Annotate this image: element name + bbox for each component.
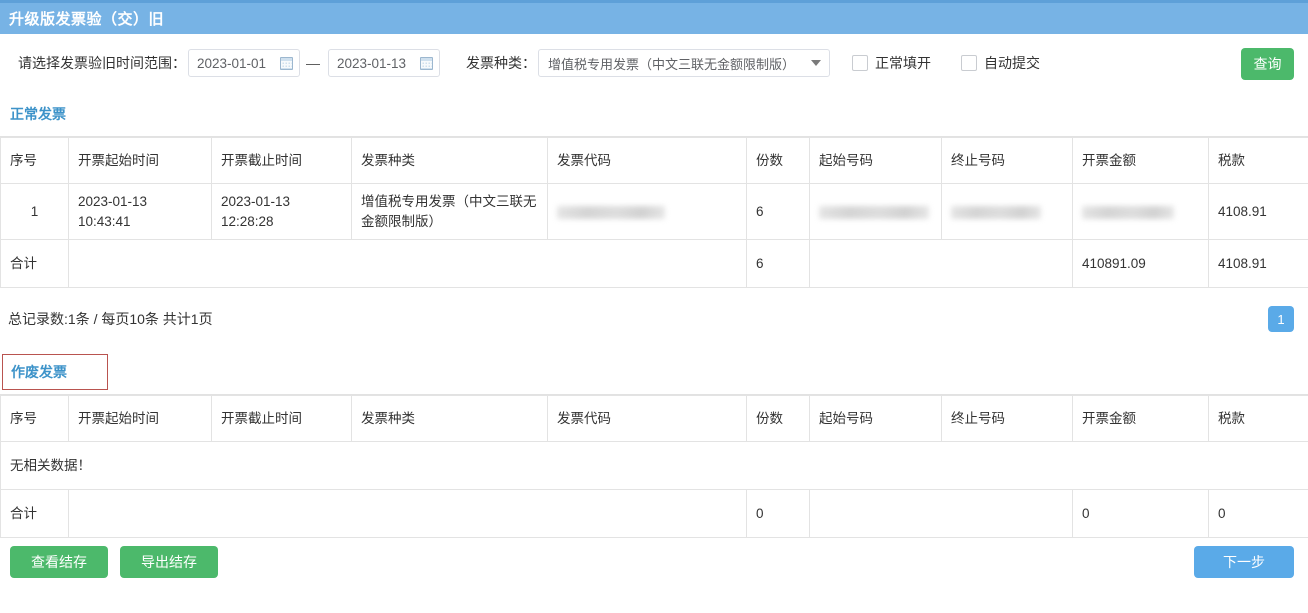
summary-label: 合计: [0, 239, 69, 289]
redacted-value: [819, 205, 929, 219]
date-range-label: 请选择发票验旧时间范围：: [18, 55, 186, 71]
export-balance-button[interactable]: 导出结存: [120, 546, 218, 579]
col-header-tax: 税款: [1208, 395, 1308, 443]
col-header-amount: 开票金额: [1072, 137, 1209, 184]
footer-left-buttons: 查看结存 导出结存: [10, 546, 218, 579]
auto-submit-checkbox-group[interactable]: 自动提交: [961, 53, 1040, 73]
redacted-value: [1082, 205, 1174, 219]
cell-invoice-code: [547, 182, 747, 241]
empty-state-text: 无相关数据！: [0, 441, 1308, 491]
col-header-start-no: 起始号码: [809, 395, 942, 443]
footer-action-bar: 查看结存 导出结存 下一步: [0, 538, 1308, 586]
cell-start-time: 2023-01-13 10:43:41: [68, 182, 212, 241]
col-header-end-no: 终止号码: [941, 137, 1073, 184]
cell-amount: [1072, 182, 1209, 241]
col-header-end-time: 开票截止时间: [211, 395, 352, 443]
redacted-value: [557, 205, 665, 219]
summary-count: 6: [746, 239, 810, 289]
page-button-1[interactable]: 1: [1268, 306, 1294, 333]
chevron-down-icon: [811, 60, 821, 66]
normal-invoice-tabrow: 正常发票: [0, 92, 1308, 137]
col-header-invoice-type: 发票种类: [351, 137, 548, 184]
col-header-count: 份数: [746, 137, 810, 184]
col-header-start-time: 开票起始时间: [68, 395, 212, 443]
table-header-row: 序号 开票起始时间 开票截止时间 发票种类 发票代码 份数 起始号码 终止号码 …: [0, 395, 1308, 443]
tab-void-invoice[interactable]: 作废发票: [2, 354, 108, 391]
pagination-bar: 总记录数:1条 / 每页10条 共计1页 1: [0, 288, 1308, 350]
table-row[interactable]: 1 2023-01-13 10:43:41 2023-01-13 12:28:2…: [0, 182, 1308, 241]
cell-invoice-type: 增值税专用发票（中文三联无金额限制版）: [351, 182, 548, 241]
end-date-value: 2023-01-13: [337, 55, 407, 71]
table-summary-row: 合计 6 410891.09 4108.91: [0, 239, 1308, 289]
summary-blank-left: [68, 239, 747, 289]
cell-tax: 4108.91: [1208, 182, 1308, 241]
void-invoice-table: 序号 开票起始时间 开票截止时间 发票种类 发票代码 份数 起始号码 终止号码 …: [0, 395, 1308, 539]
window-title: 升级版发票验（交）旧: [9, 11, 165, 28]
summary-amount: 410891.09: [1072, 239, 1209, 289]
table-empty-row: 无相关数据！: [0, 441, 1308, 491]
next-step-button[interactable]: 下一步: [1194, 546, 1294, 579]
col-header-amount: 开票金额: [1072, 395, 1209, 443]
void-invoice-tabrow: 作废发票: [0, 350, 1308, 396]
col-header-end-no: 终止号码: [941, 395, 1073, 443]
col-header-invoice-code: 发票代码: [547, 395, 747, 443]
summary-blank-left: [68, 489, 747, 539]
cell-end-no: [941, 182, 1073, 241]
col-header-count: 份数: [746, 395, 810, 443]
start-date-value: 2023-01-01: [197, 55, 267, 71]
redacted-value: [951, 205, 1041, 219]
summary-label: 合计: [0, 489, 69, 539]
table-header-row: 序号 开票起始时间 开票截止时间 发票种类 发票代码 份数 起始号码 终止号码 …: [0, 137, 1308, 184]
invoice-type-value: 增值税专用发票（中文三联无金额限制版）: [548, 56, 796, 72]
calendar-icon[interactable]: [420, 56, 433, 70]
end-date-input[interactable]: 2023-01-13: [328, 49, 440, 77]
cell-seq: 1: [0, 182, 69, 241]
col-header-tax: 税款: [1208, 137, 1308, 184]
col-header-invoice-code: 发票代码: [547, 137, 747, 184]
auto-submit-checkbox[interactable]: [961, 55, 977, 71]
cell-end-time: 2023-01-13 12:28:28: [211, 182, 352, 241]
summary-tax: 4108.91: [1208, 239, 1308, 289]
date-range-separator: —: [306, 55, 320, 71]
cell-start-no: [809, 182, 942, 241]
normal-fill-checkbox-group[interactable]: 正常填开: [852, 53, 931, 73]
col-header-start-time: 开票起始时间: [68, 137, 212, 184]
summary-blank-mid: [809, 489, 1073, 539]
col-header-end-time: 开票截止时间: [211, 137, 352, 184]
pagination-summary: 总记录数:1条 / 每页10条 共计1页: [8, 311, 213, 328]
summary-count: 0: [746, 489, 810, 539]
auto-submit-label: 自动提交: [984, 55, 1040, 71]
table-summary-row: 合计 0 0 0: [0, 489, 1308, 539]
col-header-invoice-type: 发票种类: [351, 395, 548, 443]
summary-blank-mid: [809, 239, 1073, 289]
calendar-icon[interactable]: [280, 56, 293, 70]
window-titlebar: 升级版发票验（交）旧: [0, 0, 1308, 34]
col-header-seq: 序号: [0, 395, 69, 443]
normal-invoice-table: 序号 开票起始时间 开票截止时间 发票种类 发票代码 份数 起始号码 终止号码 …: [0, 137, 1308, 289]
summary-amount: 0: [1072, 489, 1209, 539]
tab-normal-invoice[interactable]: 正常发票: [10, 104, 66, 124]
col-header-start-no: 起始号码: [809, 137, 942, 184]
invoice-type-select[interactable]: 增值税专用发票（中文三联无金额限制版）: [538, 49, 830, 77]
col-header-seq: 序号: [0, 137, 69, 184]
summary-tax: 0: [1208, 489, 1308, 539]
normal-fill-checkbox[interactable]: [852, 55, 868, 71]
cell-count: 6: [746, 182, 810, 241]
view-balance-button[interactable]: 查看结存: [10, 546, 108, 579]
normal-fill-label: 正常填开: [875, 55, 931, 71]
start-date-input[interactable]: 2023-01-01: [188, 49, 300, 77]
query-button[interactable]: 查询: [1241, 48, 1294, 80]
filter-toolbar: 请选择发票验旧时间范围： 2023-01-01 — 2023-01-13 发票种…: [0, 34, 1308, 92]
invoice-type-label: 发票种类：: [466, 55, 536, 71]
